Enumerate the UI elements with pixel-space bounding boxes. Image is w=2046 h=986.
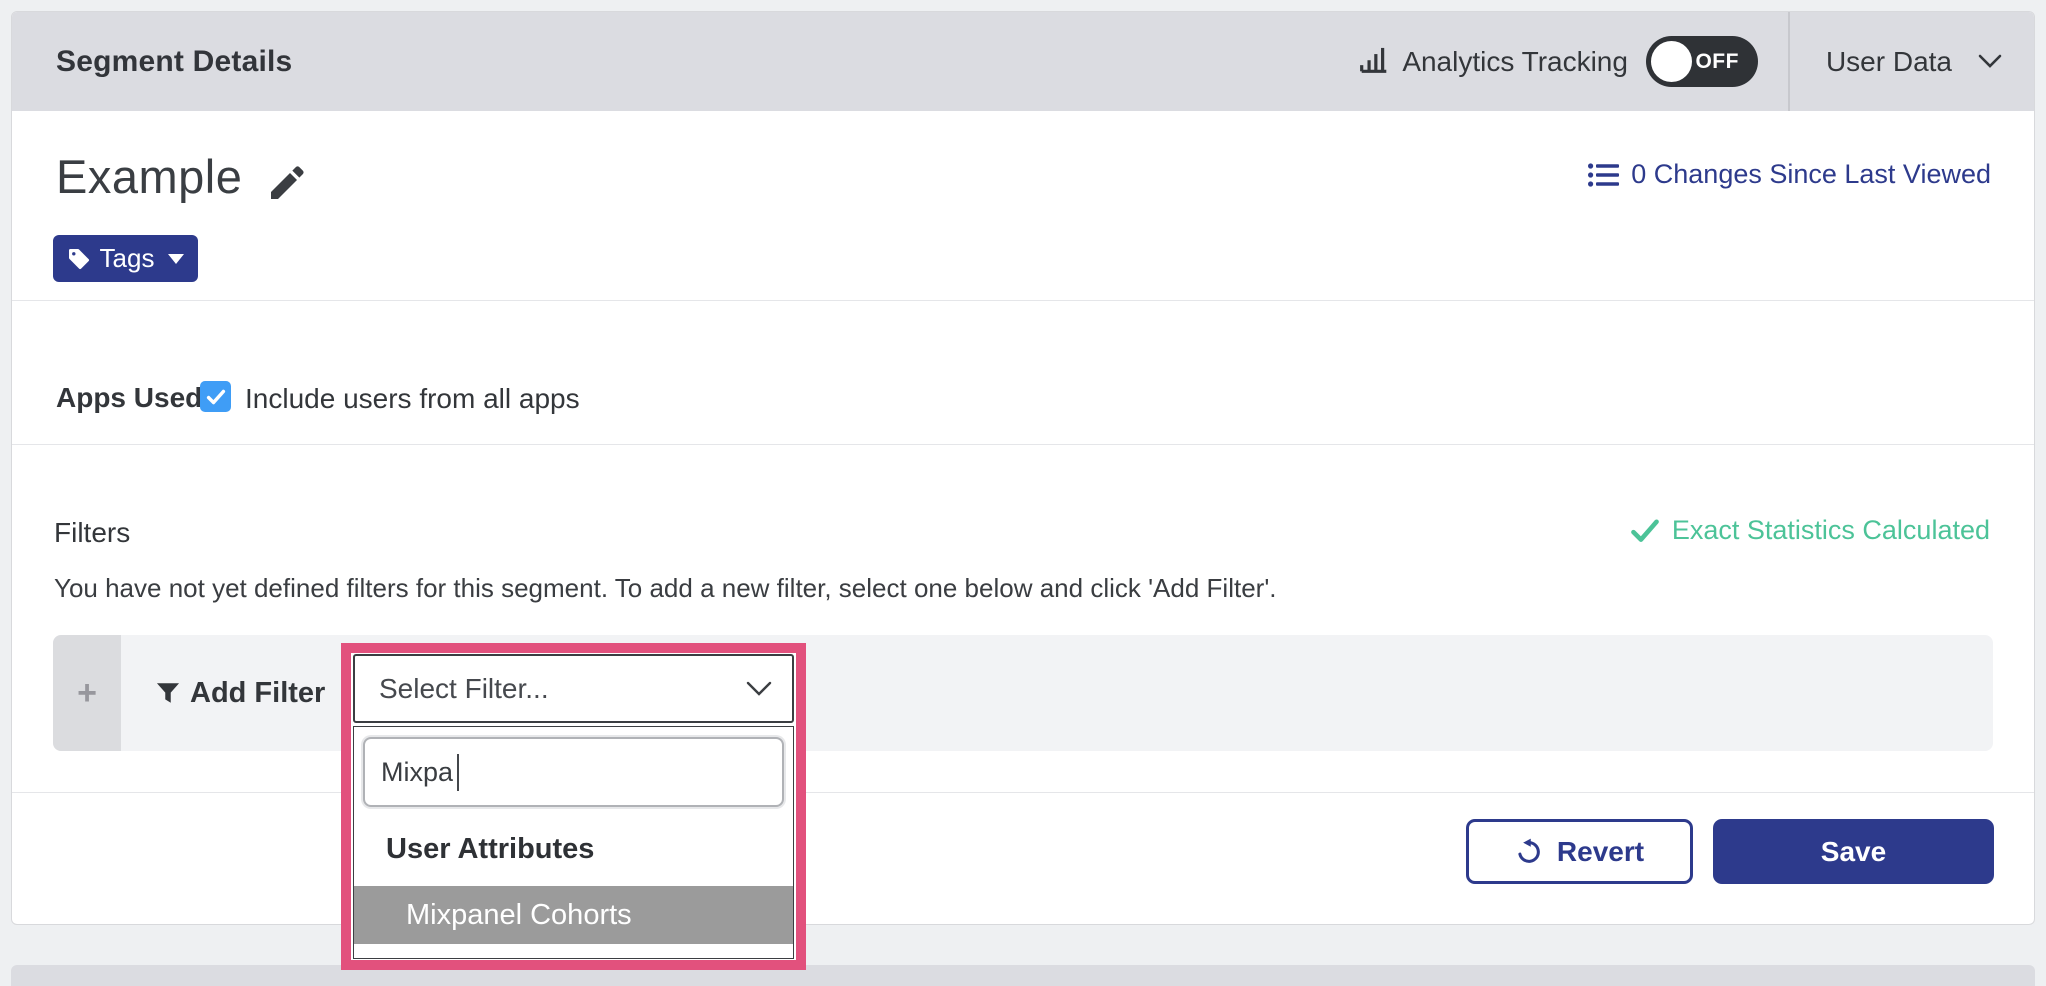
revert-button-label: Revert	[1557, 836, 1644, 868]
exact-statistics-label: Exact Statistics Calculated	[1672, 515, 1990, 546]
filters-section: Filters Exact Statistics Calculated You …	[12, 445, 2034, 793]
segment-name-section: Example Tags	[12, 111, 2034, 301]
analytics-tracking-label: Analytics Tracking	[1402, 46, 1628, 78]
segment-name: Example	[56, 149, 242, 204]
filter-dropdown-highlighted: Select Filter... User Attributes Mixpane…	[341, 643, 806, 970]
tags-button[interactable]: Tags	[53, 235, 198, 282]
toggle-state-label: OFF	[1695, 50, 1739, 74]
card-header: Segment Details Analytics Tracking OFF U…	[12, 12, 2034, 111]
caret-down-icon	[168, 254, 184, 264]
segment-details-card: Segment Details Analytics Tracking OFF U…	[11, 11, 2035, 925]
select-filter-placeholder: Select Filter...	[355, 673, 549, 705]
apps-used-label: Apps Used	[56, 382, 202, 414]
chevron-down-icon	[1978, 54, 2002, 69]
changes-since-last-viewed-link[interactable]: 0 Changes Since Last Viewed	[1588, 159, 1991, 190]
header-right: Analytics Tracking OFF User Data	[1358, 12, 2034, 111]
changelog-list-icon	[1588, 162, 1620, 188]
add-filter-label: Add Filter	[190, 677, 325, 710]
tags-button-label: Tags	[100, 243, 155, 274]
filters-description: You have not yet defined filters for thi…	[54, 573, 1277, 604]
undo-icon	[1515, 838, 1543, 866]
segment-details-page: Segment Details Analytics Tracking OFF U…	[0, 0, 2046, 986]
include-all-apps-checkbox[interactable]	[200, 381, 231, 412]
analytics-tracking-toggle[interactable]: OFF	[1646, 36, 1758, 87]
edit-pencil-icon[interactable]	[266, 163, 306, 208]
add-filter-label-group: Add Filter	[155, 635, 325, 751]
toggle-knob	[1651, 41, 1692, 82]
save-button[interactable]: Save	[1713, 819, 1994, 884]
check-icon	[1630, 518, 1660, 544]
exact-statistics-status: Exact Statistics Calculated	[1630, 515, 1990, 546]
chevron-down-icon	[746, 681, 772, 697]
header-divider	[1788, 12, 1790, 111]
filter-search-input[interactable]	[363, 737, 784, 807]
user-data-dropdown[interactable]: User Data	[1826, 46, 2002, 78]
text-cursor	[457, 754, 459, 791]
page-title: Segment Details	[56, 45, 292, 79]
filter-dropdown-menu: User Attributes Mixpanel Cohorts	[353, 726, 794, 959]
user-data-label: User Data	[1826, 46, 1952, 78]
footer-actions: Revert Save	[12, 793, 2034, 925]
select-filter-dropdown[interactable]: Select Filter...	[353, 654, 794, 723]
next-panel-header	[11, 965, 2035, 986]
bar-chart-icon	[1358, 43, 1390, 80]
include-all-apps-label: Include users from all apps	[245, 383, 580, 415]
apps-used-section: Apps Used Include users from all apps	[12, 302, 2034, 445]
checkmark-icon	[206, 389, 226, 405]
plus-icon: +	[77, 674, 97, 713]
add-filter-plus-button[interactable]: +	[53, 635, 121, 751]
revert-button[interactable]: Revert	[1466, 819, 1693, 884]
filter-funnel-icon	[155, 681, 181, 705]
changes-link-label: 0 Changes Since Last Viewed	[1631, 159, 1991, 190]
tag-icon	[67, 247, 91, 271]
save-button-label: Save	[1821, 836, 1886, 868]
filters-heading: Filters	[54, 517, 130, 549]
dropdown-option-mixpanel-cohorts[interactable]: Mixpanel Cohorts	[354, 886, 793, 944]
dropdown-group-header: User Attributes	[386, 833, 594, 866]
